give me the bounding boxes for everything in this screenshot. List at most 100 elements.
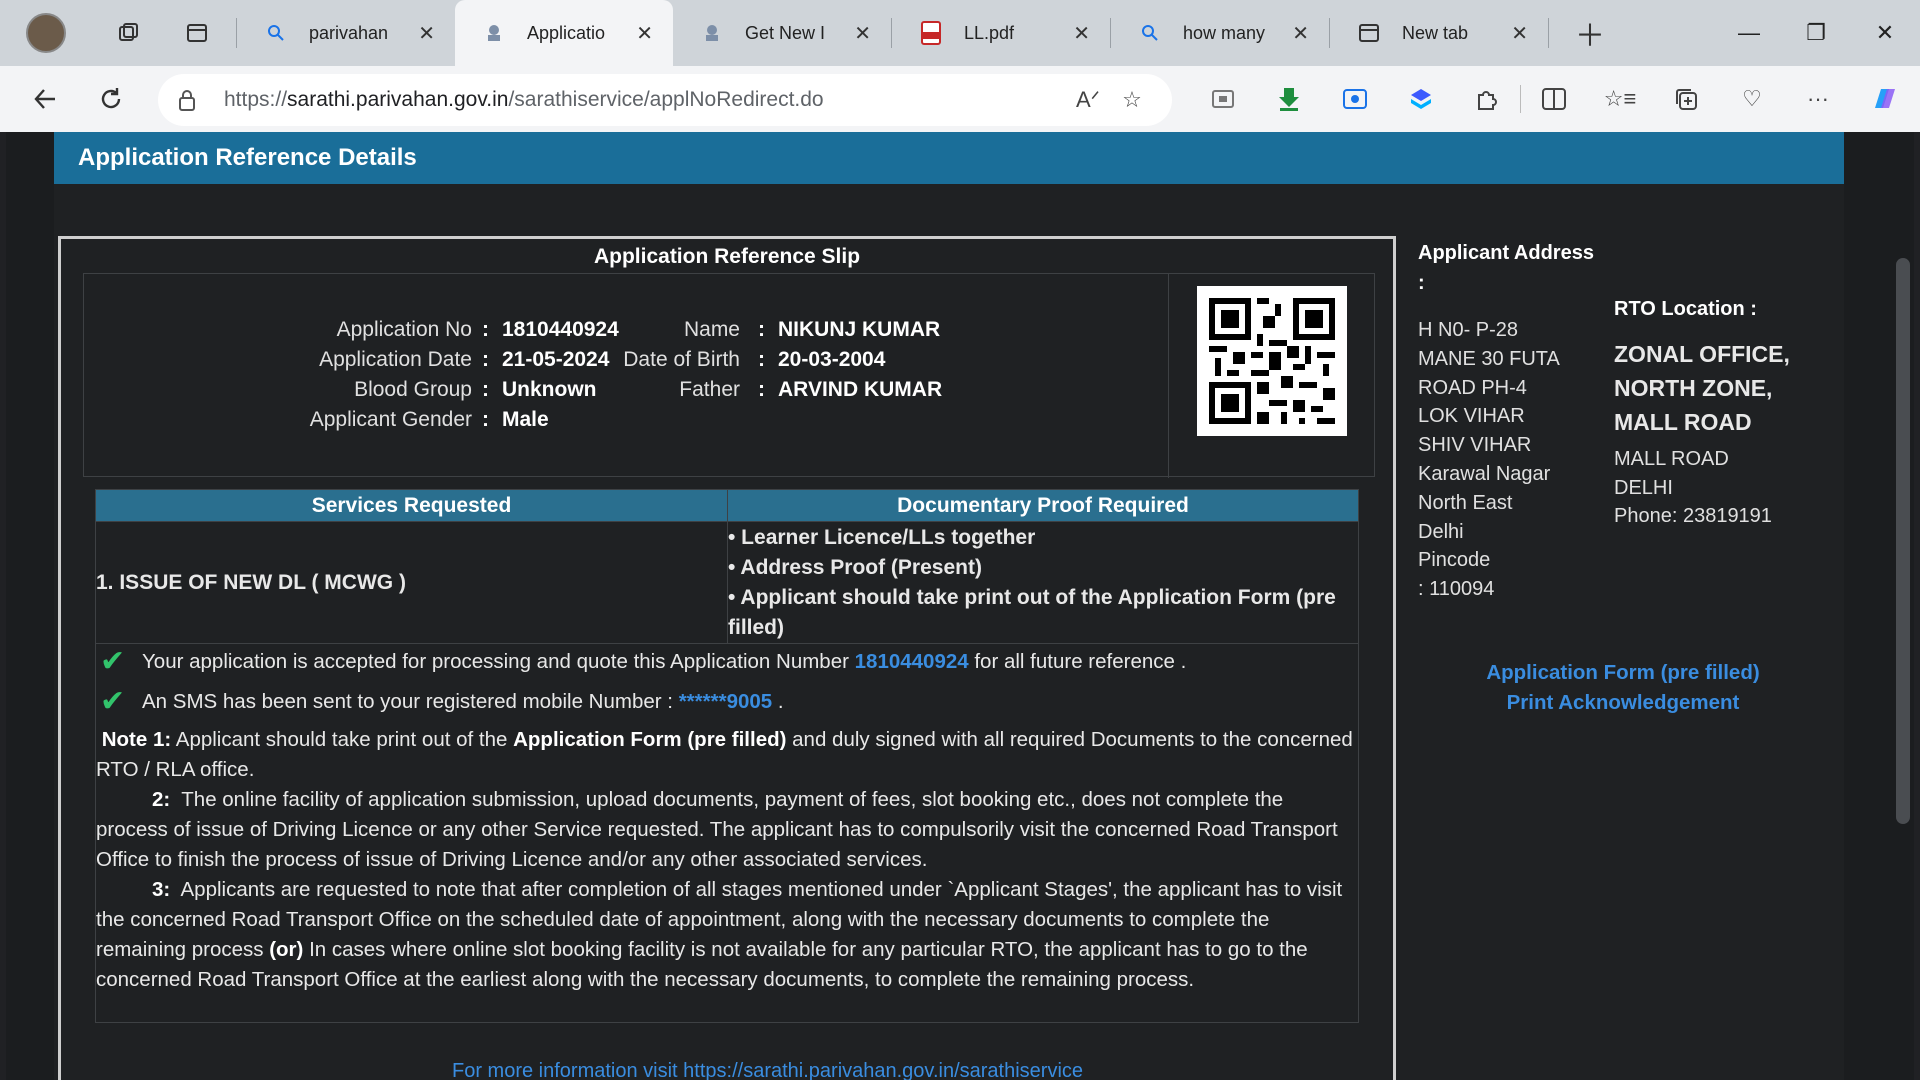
- more-menu-icon[interactable]: ···: [1785, 66, 1851, 132]
- close-window-icon[interactable]: ✕: [1850, 0, 1920, 66]
- documents-header: Documentary Proof Required: [727, 489, 1359, 522]
- address-line: H N0- P-28: [1418, 319, 1519, 341]
- tab-label: LL.pdf: [964, 22, 1015, 43]
- rto-heading: RTO Location :: [1614, 298, 1757, 320]
- read-aloud-icon[interactable]: Aᐟ: [1066, 87, 1110, 113]
- gender-row: Applicant Gender : Male: [309, 408, 549, 431]
- url-text[interactable]: https://sarathi.parivahan.gov.in/sarathi…: [224, 88, 1066, 112]
- address-line: SHIV VIHAR: [1418, 434, 1532, 457]
- tab-application[interactable]: Applicatio ✕: [455, 0, 673, 66]
- slip-title: Application Reference Slip: [593, 245, 861, 268]
- tab-new-tab[interactable]: New tab ✕: [1330, 0, 1548, 66]
- tab-strip: parivahan ✕ Applicatio ✕ Get New I ✕ LL.…: [0, 0, 1920, 66]
- tab-how-many[interactable]: how many ✕: [1111, 0, 1329, 66]
- profile-avatar[interactable]: [26, 13, 66, 53]
- new-tab-button[interactable]: ＋: [1557, 0, 1623, 66]
- address-bar[interactable]: https://sarathi.parivahan.gov.in/sarathi…: [158, 74, 1172, 126]
- note-3: 3: Applicants are requested to note that…: [96, 878, 1343, 991]
- application-no-row: Application No : 1810440924 Name : NIKUN…: [336, 318, 941, 341]
- applicant-details: Application No : 1810440924 Name : NIKUN…: [83, 273, 1375, 478]
- favorite-star-icon[interactable]: ☆: [1110, 87, 1154, 113]
- address-line: Delhi: [1418, 520, 1464, 543]
- blood-group-row: Blood Group : Unknown Father : ARVIND KU…: [354, 378, 943, 401]
- address-heading: Applicant Address :: [1418, 242, 1594, 294]
- print-acknowledgement-link[interactable]: Print Acknowledgement: [1418, 688, 1828, 718]
- applicant-address: Applicant Address : H N0- P-28 MANE 30 F…: [1418, 238, 1598, 604]
- toolbar: ☆≡ ♡ ···: [1190, 66, 1917, 132]
- close-tab-icon[interactable]: ✕: [1292, 21, 1309, 46]
- navigation-bar: https://sarathi.parivahan.gov.in/sarathi…: [0, 66, 1920, 132]
- tab-label: parivahan: [309, 22, 389, 43]
- action-links: Application Form (pre filled) Print Ackn…: [1418, 658, 1828, 718]
- tab-get-new[interactable]: Get New I ✕: [673, 0, 891, 66]
- address-line: ROAD PH-4: [1418, 376, 1527, 399]
- scrollbar[interactable]: [1892, 132, 1914, 1080]
- copilot-icon[interactable]: [1851, 66, 1917, 132]
- restore-icon[interactable]: ❐: [1781, 0, 1851, 66]
- screen-capture-icon[interactable]: [1322, 66, 1388, 132]
- page-viewport: Application Reference Details Applicatio…: [0, 132, 1920, 1080]
- favorites-icon[interactable]: ☆≡: [1587, 66, 1653, 132]
- extension-layers-icon[interactable]: [1388, 66, 1454, 132]
- address-line: MANE 30 FUTA: [1418, 347, 1560, 370]
- lock-icon[interactable]: [176, 89, 198, 111]
- tab-parivahan[interactable]: parivahan ✕: [237, 0, 455, 66]
- emblem-icon: [701, 22, 723, 44]
- qr-cell: [1168, 274, 1374, 478]
- name-value: NIKUNJ KUMAR: [778, 318, 941, 341]
- mobile-number: ******9005: [678, 690, 773, 713]
- gender-value: Male: [502, 408, 549, 431]
- services-table: Services Requested Documentary Proof Req…: [95, 489, 1359, 644]
- tab-label: Get New I: [745, 22, 826, 43]
- address-line: LOK VIHAR: [1418, 405, 1525, 428]
- close-tab-icon[interactable]: ✕: [1511, 21, 1528, 46]
- close-tab-icon[interactable]: ✕: [854, 21, 871, 46]
- rto-line: MALL ROAD: [1614, 448, 1729, 470]
- rto-location: RTO Location : ZONAL OFFICE, NORTH ZONE,…: [1614, 298, 1844, 531]
- reference-slip: Application Reference Slip Application N…: [58, 236, 1396, 1080]
- tab-ll-pdf[interactable]: LL.pdf ✕: [892, 0, 1110, 66]
- emblem-icon: [483, 22, 505, 44]
- page: Application Reference Details Applicatio…: [6, 132, 1914, 1080]
- collections-icon[interactable]: [1653, 66, 1719, 132]
- workspaces-icon[interactable]: [96, 0, 162, 66]
- newtab-icon: [1358, 22, 1380, 44]
- application-date-row: Application Date : 21-05-2024 Date of Bi…: [319, 348, 886, 371]
- tab-actions-icon[interactable]: [164, 0, 230, 66]
- tab-label: how many: [1183, 22, 1266, 43]
- close-tab-icon[interactable]: ✕: [1073, 21, 1090, 46]
- tab-label: Applicatio: [527, 22, 606, 43]
- notes-section: ✔ Your application is accepted for proce…: [95, 625, 1359, 1023]
- qr-code: [1197, 286, 1347, 436]
- close-tab-icon[interactable]: ✕: [636, 21, 653, 46]
- scrollbar-thumb[interactable]: [1896, 258, 1910, 824]
- extensions-puzzle-icon[interactable]: [1454, 66, 1520, 132]
- pdf-icon: [920, 21, 942, 45]
- note-1: Note 1: Applicant should take print out …: [96, 728, 1353, 781]
- split-screen-icon[interactable]: [1521, 66, 1587, 132]
- rto-line: DELHI: [1614, 476, 1673, 499]
- father-value: ARVIND KUMAR: [778, 378, 943, 401]
- rto-phone: Phone: 23819191: [1614, 505, 1772, 527]
- back-icon[interactable]: [12, 66, 78, 132]
- document-item: • Address Proof (Present): [728, 555, 982, 579]
- address-line: Pincode: [1418, 549, 1491, 572]
- checkmark-icon: ✔: [100, 685, 126, 718]
- download-icon[interactable]: [1256, 66, 1322, 132]
- dob-value: 20-03-2004: [778, 348, 886, 371]
- search-icon: [1139, 22, 1161, 44]
- extension-box-icon[interactable]: [1190, 66, 1256, 132]
- page-title: Application Reference Details: [54, 132, 1844, 184]
- more-info-link[interactable]: For more information visit https://sarat…: [452, 1060, 1083, 1080]
- checkmark-icon: ✔: [100, 645, 126, 678]
- application-form-link[interactable]: Application Form (pre filled): [1418, 658, 1828, 688]
- application-number-link: 1810440924: [854, 650, 969, 673]
- refresh-icon[interactable]: [78, 66, 144, 132]
- browser-essentials-icon[interactable]: ♡: [1719, 66, 1785, 132]
- minimize-icon[interactable]: —: [1714, 0, 1784, 66]
- close-tab-icon[interactable]: ✕: [418, 21, 435, 46]
- address-line: North East: [1418, 491, 1513, 514]
- document-item: • Learner Licence/LLs together: [728, 525, 1036, 549]
- rto-office: ZONAL OFFICE, NORTH ZONE, MALL ROAD: [1614, 341, 1790, 435]
- search-icon: [265, 22, 287, 44]
